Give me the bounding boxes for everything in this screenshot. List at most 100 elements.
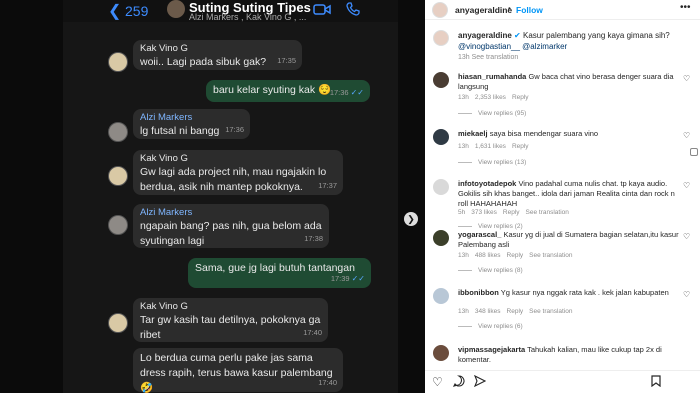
next-arrow-icon[interactable]: ❯ [404,212,418,226]
reply-link[interactable]: Reply [507,252,524,259]
post-username[interactable]: anyageraldine [455,5,512,15]
see-translation-link[interactable]: See translation [526,209,569,216]
back-count[interactable]: 259 [125,3,148,19]
view-replies[interactable]: View replies (95) [458,110,526,117]
view-replies[interactable]: View replies (6) [458,323,523,330]
reply-link[interactable]: Reply [512,143,529,150]
scrollbar-marker[interactable] [690,148,698,156]
caption-text: Kasur palembang yang kaya gimana sih? [522,31,670,40]
reply-link[interactable]: Reply [512,94,529,101]
comment-body: vipmassagejakarta Tahukah kalian, mau li… [458,345,680,365]
back-chevron-icon[interactable]: ❮ [108,1,121,21]
message-bubble: Kak Vino G Tar gw kasih tau detilnya, po… [133,298,328,342]
message-time: 17:38 [304,234,323,243]
message-bubble: Kak Vino G woii.. Lagi pada sibuk gak? 1… [133,40,302,70]
dot-separator: • [508,4,511,13]
see-translation-link[interactable]: See translation [529,308,572,315]
sender-name: Alzi Markers [140,207,193,218]
caption-avatar[interactable] [433,30,449,46]
caption-username[interactable]: anyageraldine [458,31,512,40]
view-replies[interactable]: View replies (13) [458,159,526,166]
double-check-icon: ✓✓ [350,88,364,97]
comment-username[interactable]: ibbonibbon [458,288,499,297]
verified-icon: ✔ [514,31,521,40]
group-avatar [167,0,185,18]
chat-subtitle: Alzi Markers , Kak Vino G , ... [189,12,307,22]
like-heart-icon[interactable]: ♡ [683,232,690,241]
reply-link[interactable]: Reply [507,308,524,315]
comment-username[interactable]: hiasan_rumahanda [458,72,526,81]
chat-header: ❮ 259 Suting Suting Tipes Alzi Markers ,… [63,0,398,22]
message-time: 17:40 [318,378,337,387]
like-heart-icon[interactable]: ♡ [683,74,690,83]
reply-link[interactable]: Reply [503,209,520,216]
caption-mentions[interactable]: @vinogbastian__ @alzimarker [458,42,567,51]
share-icon[interactable] [473,374,487,390]
view-replies[interactable]: View replies (2) [458,223,523,230]
message-text: woii.. Lagi pada sibuk gak? [140,56,267,68]
message-bubble: Lo berdua cuma perlu pake jas sama dress… [133,348,343,393]
like-heart-icon[interactable]: ♡ [683,290,690,299]
caption-meta: 13h See translation [458,54,519,61]
avatar[interactable] [433,129,449,145]
message-time: 17:40 [303,328,322,337]
message-time: 17:35 [277,56,296,65]
bookmark-icon[interactable] [651,375,661,390]
caption: anyageraldine ✔ Kasur palembang yang kay… [458,30,683,52]
left-background: ❮ 259 Suting Suting Tipes Alzi Markers ,… [0,0,425,393]
comment-meta: 13h 1,631 likes Reply [458,143,529,150]
avatar-alzi [108,215,128,235]
comment-meta: 5h 373 likes Reply See translation [458,209,569,216]
avatar-kak-vino [108,313,128,333]
comment-username[interactable]: miekaelj [458,129,488,138]
phone-call-icon[interactable] [346,2,360,21]
avatar[interactable] [433,72,449,88]
comment-body: infotoyotadepok Vino padahal cuma nulis … [458,179,680,209]
comment-text: Yg kasur nya nggak rata kak . kek jalan … [500,288,669,297]
comment-meta: 13h 348 likes Reply See translation [458,308,573,315]
comment-meta: 13h 2,353 likes Reply [458,94,529,101]
message-text: lg futsal ni bangg [140,125,220,137]
message-bubble: Alzi Markers lg futsal ni bangg 17:36 [133,109,250,139]
comment-body: hiasan_rumahanda Gw baca chat vino beras… [458,72,680,92]
comment-body: ibbonibbon Yg kasur nya nggak rata kak .… [458,288,680,298]
message-text: baru kelar syuting kak 😌 [213,84,332,96]
sender-name: Kak Vino G [140,301,188,312]
message-bubble-outgoing: baru kelar syuting kak 😌 17:36 ✓✓ [206,80,370,102]
avatar[interactable] [433,230,449,246]
comment-meta: 13h 488 likes Reply See translation [458,252,573,259]
sender-name: Kak Vino G [140,153,188,164]
like-heart-icon[interactable]: ♡ [683,131,690,140]
message-bubble: Kak Vino G Gw lagi ada project nih, mau … [133,150,343,195]
avatar[interactable] [433,288,449,304]
message-time: 17:36 [225,125,244,134]
comment-icon[interactable] [452,375,465,390]
avatar[interactable] [433,345,449,361]
sender-name: Kak Vino G [140,43,188,54]
message-text: ngapain bang? pas nih, gua belom ada syu… [140,220,322,247]
message-text: Tar gw kasih tau detilnya, pokoknya ga r… [140,314,321,341]
message-text: Gw lagi ada project nih, mau ngajakin lo… [140,166,327,193]
follow-button[interactable]: Follow [516,5,543,15]
message-time: 17:36 ✓✓ [329,88,364,97]
like-heart-icon[interactable]: ♡ [432,375,443,389]
post-actions-bar: ♡ [425,370,700,393]
message-text: Lo berdua cuma perlu pake jas sama dress… [140,352,333,393]
view-replies[interactable]: View replies (8) [458,267,523,274]
video-call-icon[interactable] [313,3,331,21]
avatar-alzi [108,122,128,142]
comment-username[interactable]: vipmassagejakarta [458,345,525,354]
comment-username[interactable]: infotoyotadepok [458,179,516,188]
message-time: 17:39 ✓✓ [330,274,365,283]
avatar-kak-vino [108,166,128,186]
instagram-panel: anyageraldine • Follow ••• anyageraldine… [425,0,700,393]
avatar[interactable] [433,179,449,195]
more-options-icon[interactable]: ••• [680,2,691,13]
message-bubble: Alzi Markers ngapain bang? pas nih, gua … [133,204,329,248]
post-header: anyageraldine • Follow ••• [425,0,700,20]
like-heart-icon[interactable]: ♡ [683,181,690,190]
comment-username[interactable]: yogarascal_ [458,230,501,239]
avatar[interactable] [432,2,448,18]
comment-body: miekaelj saya bisa mendengar suara vino [458,129,680,139]
see-translation-link[interactable]: See translation [529,252,572,259]
